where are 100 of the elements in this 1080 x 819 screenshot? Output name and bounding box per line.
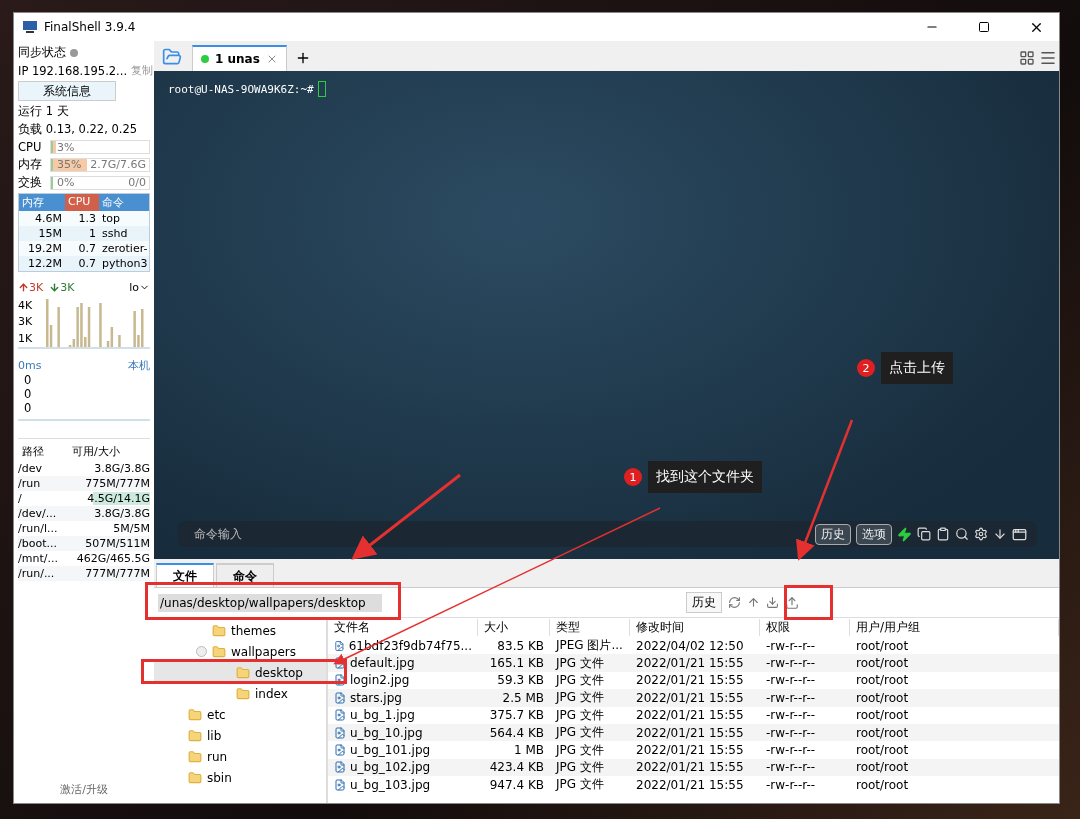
table-cell-text: 2.5 MB [501,690,545,705]
table-cell-text: 1.3 [77,211,97,226]
paste-icon[interactable] [936,527,950,541]
table-cell-text: JPG 文件 [554,706,605,724]
table-cell-text: root/root [855,656,910,671]
folder-icon [212,644,226,659]
latency-value: 0 [23,373,33,387]
table-cell-text: 423.4 KB [488,760,545,775]
folder-icon [188,770,202,785]
table-cell-text: 775M/777M [84,477,150,490]
command-input[interactable]: 命令输入 [192,526,810,542]
folder-icon[interactable] [162,47,182,67]
table-cell-text: -rw-r--r-- [765,777,817,792]
table-cell-text: 165.1 KB [488,656,545,671]
tree-item[interactable]: themes [154,620,326,641]
grid-layout-icon[interactable] [1019,50,1035,66]
column-header[interactable]: 文件名 [328,619,478,636]
table-cell: default.jpg [328,656,478,671]
axis-label: 3K [18,315,34,329]
tree-item[interactable]: index [154,683,326,704]
system-info-button[interactable]: 系统信息 [18,81,116,101]
table-cell-text: 15M [37,226,63,241]
column-header[interactable]: 路径 [18,443,68,460]
table-cell-text: 1 [88,226,97,241]
path-field[interactable]: /unas/desktop/wallpapers/desktop [158,593,382,612]
table-cell-text: -rw-r--r-- [765,725,817,740]
tree-item[interactable]: lib [154,725,326,746]
tree-item[interactable]: run [154,746,326,767]
table-cell-text: JPG 文件 [554,671,605,689]
search-icon[interactable] [955,527,969,541]
table-cell-text: 947.4 KB [488,777,545,792]
table-cell-text: JPG 文件 [554,776,605,794]
lightning-icon[interactable] [897,526,912,542]
table-cell-text: 59.3 KB [496,673,545,688]
table-cell-text: 2022/01/21 15:55 [635,656,745,671]
settings-icon[interactable] [974,527,988,541]
table-cell-text: 19.2M [27,241,63,256]
load-text: 负载 0.13, 0.22, 0.25 [18,122,138,137]
history-button[interactable]: 历史 [686,592,722,613]
command-bar-button[interactable]: 历史 [815,523,851,545]
collapse-toggle[interactable] [196,646,207,657]
table-cell-text: 564.4 KB [488,725,545,740]
column-header[interactable]: 类型 [550,619,630,636]
session-tab[interactable]: 1 unas [192,45,287,71]
column-header[interactable]: 可用/大小 [68,443,150,460]
table-cell-text: root/root [855,725,910,740]
table-cell-text: 3.8G/3.8G [93,462,150,475]
interface-dropdown[interactable]: lo [129,281,150,294]
window-title: FinalShell 3.9.4 [44,20,137,34]
table-cell-text: 83.5 KB [496,638,545,653]
tree-item[interactable]: etc [154,704,326,725]
folder-icon [188,749,202,764]
file-row[interactable]: stars.jpg 2.5 MB JPG 文件 2022/01/21 15:55 -rw-r--r-- root/root [328,689,1059,707]
table-cell-text: /run/l... [18,522,59,535]
refresh-icon[interactable] [728,596,741,609]
download-icon[interactable] [766,596,779,609]
tree-item[interactable]: sbin [154,767,326,788]
table-cell-text: top [101,211,122,226]
table-cell-text: 507M/511M [84,537,150,550]
highlight-frame [784,585,833,620]
column-header[interactable]: 权限 [760,619,850,636]
column-header[interactable]: 修改时间 [630,619,760,636]
copy-icon[interactable] [917,527,931,541]
activate-link[interactable]: 激活/升级 [18,776,150,803]
window-icon[interactable] [1012,526,1027,542]
table-cell-text: 2022/01/21 15:55 [635,673,745,688]
sync-label: 同步状态 [18,45,66,60]
ip-address: IP 192.168.195.2... [18,63,128,78]
upload-icon[interactable] [785,595,799,610]
panel-tab[interactable]: 命令 [216,563,274,587]
tree-item[interactable]: desktop [154,662,326,683]
command-bar[interactable]: 命令输入 历史 选项 [178,521,1037,547]
folder-icon [236,686,250,701]
table-cell-text: JPG 文件 [554,758,605,776]
table-cell-text: 12.2M [27,256,63,271]
uptime-text: 运行 1 天 [18,104,69,119]
table-cell-text: /dev/... [18,507,58,520]
table-cell-text: 2022/01/21 15:55 [635,760,745,775]
table-cell-text: 2022/01/21 15:55 [635,708,745,723]
tree-item[interactable]: wallpapers [154,641,326,662]
meter-detail: 2.7G/7.6G [90,158,146,171]
command-bar-button[interactable]: 选项 [856,523,892,545]
table-cell-text: JPG 文件 [554,689,605,707]
column-header[interactable]: CPU [65,194,99,211]
menu-icon[interactable] [1039,49,1057,67]
table-cell-text: zerotier- [101,241,149,256]
panel-tab[interactable]: 文件 [156,563,214,587]
arrow-down-icon[interactable] [993,527,1007,541]
maximize-icon [978,21,990,33]
column-header[interactable]: 用户/用户组 [850,619,1059,636]
annotation-label: 点击上传 [881,352,953,384]
table-cell-text: 5M/5M [112,522,150,535]
table-cell-text: 375.7 KB [488,708,545,723]
image-file-icon [334,657,346,670]
image-file-icon [334,709,346,722]
arrow-up-icon[interactable] [747,596,760,609]
column-header[interactable]: 大小 [478,619,550,636]
table-cell-text: 2022/01/21 15:55 [635,743,745,758]
table-cell-text: /mnt/... [18,552,59,565]
file-row[interactable]: default.jpg 165.1 KB JPG 文件 2022/01/21 15:55 -rw-r--r-- root/root [328,654,1059,672]
